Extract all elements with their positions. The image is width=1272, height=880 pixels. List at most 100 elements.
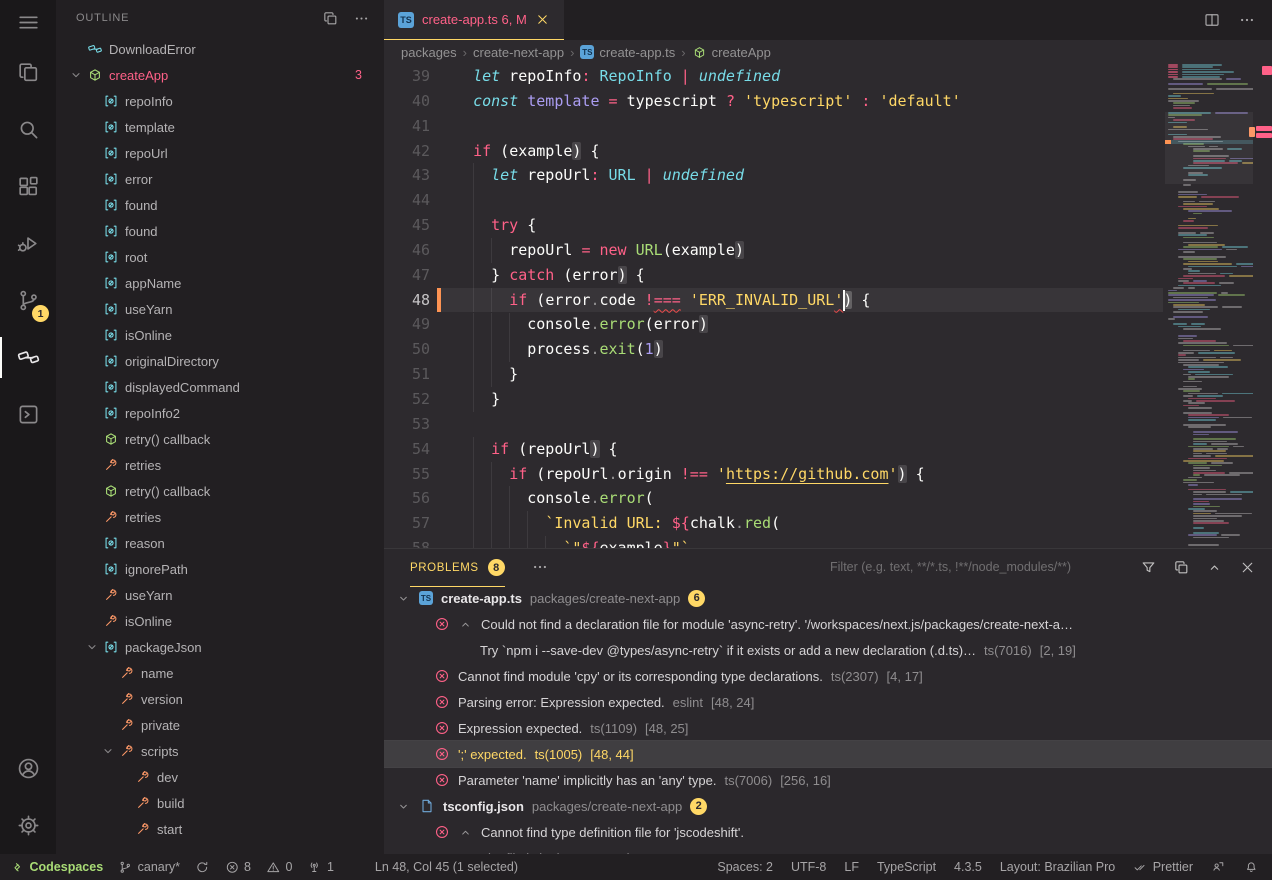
chevron-down-icon[interactable] [396,591,411,606]
status-item-cursor-position[interactable]: Ln 48, Col 45 (1 selected) [375,854,518,880]
status-item-language-mode[interactable]: TypeScript [877,854,936,880]
code-line-40: const template = typescript ? 'typescrip… [455,89,1272,114]
problem-row[interactable]: Cannot find type definition file for 'js… [384,819,1272,845]
outline-item-template[interactable]: template [56,114,384,140]
outline-more-icon[interactable] [353,10,370,27]
outline-item-displayedcommand[interactable]: displayedCommand [56,374,384,400]
outline-item-createapp[interactable]: createApp3 [56,62,384,88]
outline-item-repoinfo[interactable]: repoInfo [56,88,384,114]
activity-item-symbols[interactable] [0,329,56,386]
status-item-ts-version[interactable]: 4.3.5 [954,854,982,880]
tab-problems[interactable]: PROBLEMS 8 [410,548,505,587]
activity-item-run-debug[interactable] [0,215,56,272]
outline-item-root[interactable]: root [56,244,384,270]
status-item-indentation[interactable]: Spaces: 2 [717,854,773,880]
problem-row[interactable]: Parameter 'name' implicitly has an 'any'… [384,767,1272,793]
split-editor-icon[interactable] [1203,11,1221,29]
problem-row[interactable]: Could not find a declaration file for mo… [384,611,1272,637]
collapse-message-icon[interactable] [458,825,473,840]
outline-item-found[interactable]: found [56,192,384,218]
code-area[interactable]: 3940414243444546474849505152535455565758… [384,64,1272,548]
outline-item-retry-callback[interactable]: retry() callback [56,426,384,452]
outline-item-repourl[interactable]: repoUrl [56,140,384,166]
panel-more-tabs-icon[interactable] [531,558,549,576]
outline-item-retries[interactable]: retries [56,504,384,530]
outline-item-build[interactable]: build [56,790,384,816]
editor-more-icon[interactable] [1238,11,1256,29]
problems-group-create-app-ts[interactable]: TS create-app.ts packages/create-next-ap… [384,585,1272,611]
outline-item-ignorepath[interactable]: ignorePath [56,556,384,582]
problems-group-tsconfig-json[interactable]: tsconfig.json packages/create-next-app 2 [384,793,1272,819]
outline-item-packagejson[interactable]: packageJson [56,634,384,660]
outline-item-label: retry() callback [125,432,210,447]
minimap-slider[interactable] [1165,112,1253,184]
breadcrumb-item-create-app-ts[interactable]: TScreate-app.ts [580,45,675,60]
outline-item-scripts[interactable]: scripts [56,738,384,764]
close-tab-icon[interactable] [535,12,550,27]
outline-item-useyarn[interactable]: useYarn [56,296,384,322]
view-mode-icon[interactable] [1173,559,1190,576]
breadcrumb-item-packages[interactable]: packages [401,45,457,60]
status-item-warnings[interactable]: 0 [266,854,292,880]
status-item-prettier[interactable]: Prettier [1133,854,1193,880]
line-number: 43 [384,163,430,188]
minimap[interactable] [1165,64,1253,548]
problem-row[interactable]: Cannot find module 'cpy' or its correspo… [384,663,1272,689]
status-item-layout[interactable]: Layout: Brazilian Pro [1000,854,1115,880]
outline-item-private[interactable]: private [56,712,384,738]
status-item-ports[interactable]: 1 [307,854,333,880]
outline-item-useyarn[interactable]: useYarn [56,582,384,608]
problems-filter-input[interactable] [828,559,1124,575]
outline-item-dev[interactable]: dev [56,764,384,790]
outline-item-name[interactable]: name [56,660,384,686]
status-item-feedback[interactable] [1211,854,1226,880]
activity-item-explorer[interactable] [0,44,56,101]
activity-item-extensions[interactable] [0,158,56,215]
activity-item-settings[interactable] [0,797,56,854]
chevron-down-icon[interactable] [100,743,116,759]
problem-row-continuation[interactable]: Try `npm i --save-dev @types/async-retry… [384,637,1272,663]
chevron-down-icon[interactable] [84,639,100,655]
chevron-down-icon[interactable] [68,67,84,83]
status-item-remote-host[interactable]: Codespaces [10,854,103,880]
problem-row[interactable]: Expression expected.ts(1109)[48, 25] [384,715,1272,741]
outline-item-originaldirectory[interactable]: originalDirectory [56,348,384,374]
breadcrumb-item-create-next-app[interactable]: create-next-app [473,45,564,60]
outline-item-reason[interactable]: reason [56,530,384,556]
status-item-errors[interactable]: 8 [225,854,251,880]
collapse-all-icon[interactable] [322,10,339,27]
activity-item-account[interactable] [0,740,56,797]
outline-item-start[interactable]: start [56,816,384,842]
status-item-encoding[interactable]: UTF-8 [791,854,826,880]
outline-item-version[interactable]: version [56,686,384,712]
outline-item-isonline[interactable]: isOnline [56,608,384,634]
outline-item-isonline[interactable]: isOnline [56,322,384,348]
outline-item-downloaderror[interactable]: DownloadError [56,36,384,62]
activity-item-menu[interactable] [0,0,56,44]
outline-item-found[interactable]: found [56,218,384,244]
status-item-git-branch[interactable]: canary* [118,854,180,880]
status-item-eol[interactable]: LF [844,854,859,880]
problem-row[interactable]: Parsing error: Expression expected.eslin… [384,689,1272,715]
status-item-notifications[interactable] [1244,854,1259,880]
maximize-panel-icon[interactable] [1206,559,1223,576]
activity-item-search[interactable] [0,101,56,158]
activity-item-remote-terminal[interactable] [0,386,56,443]
activity-item-source-control[interactable]: 1 [0,272,56,329]
outline-item-repoinfo2[interactable]: repoInfo2 [56,400,384,426]
chevron-down-icon[interactable] [396,799,411,814]
filter-icon[interactable] [1140,559,1157,576]
outline-item-label: reason [125,536,165,551]
warnings-icon [266,860,281,875]
problem-row[interactable]: ';' expected.ts(1005)[48, 44] [384,741,1272,767]
outline-item-retry-callback[interactable]: retry() callback [56,478,384,504]
tab-create-app-ts[interactable]: TS create-app.ts 6, M [384,0,564,40]
close-panel-icon[interactable] [1239,559,1256,576]
status-item-sync[interactable] [195,854,210,880]
outline-item-error[interactable]: error [56,166,384,192]
collapse-message-icon[interactable] [458,617,473,632]
outline-item-retries[interactable]: retries [56,452,384,478]
outline-item-appname[interactable]: appName [56,270,384,296]
sidebar-title: OUTLINE [76,12,129,24]
breadcrumb-item-createapp[interactable]: createApp [692,45,771,60]
